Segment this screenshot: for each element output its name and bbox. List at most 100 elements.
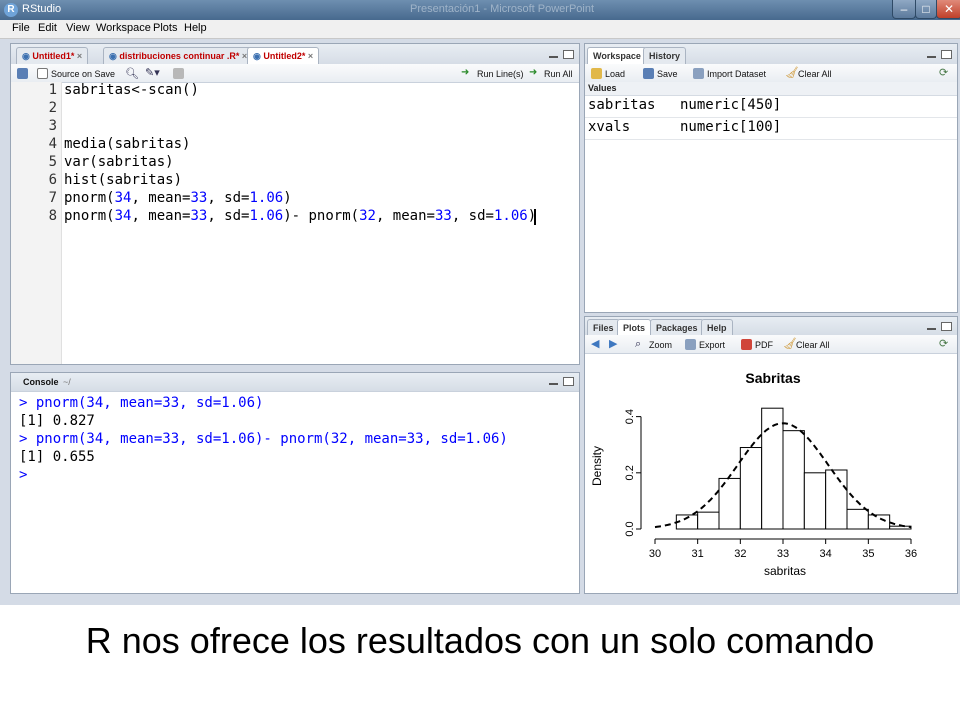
close-icon[interactable]: × bbox=[77, 51, 82, 61]
window-title: RStudio bbox=[22, 3, 62, 15]
line-number: 7 bbox=[48, 190, 57, 206]
menu-file[interactable]: File bbox=[12, 22, 30, 34]
code-line[interactable]: pnorm(34, mean=33, sd=1.06) bbox=[64, 190, 292, 206]
refresh-icon[interactable]: ⟳ bbox=[939, 66, 948, 79]
console-output[interactable]: > pnorm(34, mean=33, sd=1.06) [1] 0.827 > … bbox=[19, 391, 575, 591]
tab-help[interactable]: Help bbox=[701, 319, 733, 336]
maximize-pane-icon[interactable] bbox=[563, 377, 574, 386]
x-tick-label: 34 bbox=[820, 548, 832, 560]
code-line[interactable]: sabritas<-scan() bbox=[64, 82, 199, 98]
values-section-label: Values bbox=[588, 83, 617, 93]
maximize-pane-icon[interactable] bbox=[941, 322, 952, 331]
tab-plots[interactable]: Plots bbox=[617, 319, 652, 336]
histogram-bar bbox=[782, 430, 805, 530]
rstudio-window: R RStudio Presentación1 - Microsoft Powe… bbox=[0, 0, 960, 605]
code-line[interactable]: media(sabritas) bbox=[64, 136, 190, 152]
zoom-icon[interactable]: ⌕ bbox=[635, 337, 641, 351]
save-button[interactable]: Save bbox=[657, 69, 678, 79]
load-button[interactable]: Load bbox=[605, 69, 625, 79]
x-tick-label: 33 bbox=[777, 548, 789, 560]
variable-name: sabritas bbox=[588, 97, 656, 113]
menu-view[interactable]: View bbox=[66, 22, 90, 34]
r-file-icon: ◉ bbox=[109, 51, 117, 61]
maximize-pane-icon[interactable] bbox=[563, 50, 574, 59]
import-dataset-button[interactable]: Import Dataset bbox=[707, 69, 766, 79]
save-icon[interactable] bbox=[643, 68, 654, 79]
run-lines-button[interactable]: Run Line(s) bbox=[477, 69, 524, 79]
zoom-button[interactable]: Zoom bbox=[649, 340, 672, 350]
run-all-icon[interactable]: ➜ bbox=[529, 67, 537, 78]
source-on-save-checkbox[interactable] bbox=[37, 68, 48, 79]
line-number: 4 bbox=[48, 136, 57, 152]
clear-all-plots-button[interactable]: Clear All bbox=[796, 340, 830, 350]
workspace-tabbar: Workspace History bbox=[585, 44, 957, 64]
menu-help[interactable]: Help bbox=[184, 22, 207, 34]
run-all-button[interactable]: Run All bbox=[544, 69, 573, 79]
background-window-title: Presentación1 - Microsoft PowerPoint bbox=[410, 3, 595, 15]
pdf-icon[interactable] bbox=[741, 339, 752, 350]
minimize-pane-icon[interactable] bbox=[927, 328, 936, 330]
maximize-pane-icon[interactable] bbox=[941, 50, 952, 59]
histogram-bar bbox=[846, 508, 869, 530]
source-pane: ◉ Untitled1* × ◉ distribuciones continua… bbox=[10, 43, 580, 365]
tab-untitled1[interactable]: ◉ Untitled1* × bbox=[16, 47, 89, 64]
tab-packages[interactable]: Packages bbox=[650, 319, 704, 336]
clear-all-button[interactable]: Clear All bbox=[798, 69, 832, 79]
minimize-pane-icon[interactable] bbox=[549, 383, 558, 385]
minimize-pane-icon[interactable] bbox=[549, 56, 558, 58]
y-tick-label: 0.4 bbox=[624, 409, 636, 424]
code-editor[interactable]: sabritas<-scan() media(sabritas) var(sabri… bbox=[64, 82, 576, 364]
folder-open-icon[interactable] bbox=[591, 68, 602, 79]
menu-workspace[interactable]: Workspace bbox=[96, 22, 151, 34]
tab-workspace[interactable]: Workspace bbox=[587, 47, 647, 64]
line-number: 8 bbox=[48, 208, 57, 224]
line-number: 3 bbox=[48, 118, 57, 134]
code-line[interactable]: hist(sabritas) bbox=[64, 172, 182, 188]
r-file-icon: ◉ bbox=[253, 51, 261, 61]
histogram-bar bbox=[697, 511, 720, 530]
forward-arrow-icon[interactable]: ▶ bbox=[609, 337, 617, 350]
x-tick-label: 35 bbox=[862, 548, 874, 560]
line-number: 2 bbox=[48, 100, 57, 116]
x-tick-label: 30 bbox=[649, 548, 661, 560]
close-icon[interactable]: × bbox=[308, 51, 313, 61]
variable-name: xvals bbox=[588, 119, 631, 135]
menu-plots[interactable]: Plots bbox=[153, 22, 177, 34]
broom-icon[interactable]: 🧹︎ bbox=[785, 66, 799, 79]
tab-label: Untitled1* bbox=[32, 51, 75, 61]
console-pane: Console ~/ > pnorm(34, mean=33, sd=1.06)… bbox=[10, 372, 580, 594]
broom-icon[interactable]: 🧹︎ bbox=[783, 337, 797, 350]
workspace-row[interactable]: sabritas numeric[450] bbox=[585, 96, 957, 118]
magic-wand-icon[interactable]: ✎▾ bbox=[145, 66, 160, 79]
tab-history[interactable]: History bbox=[643, 47, 687, 64]
code-line[interactable]: var(sabritas) bbox=[64, 154, 174, 170]
search-icon[interactable]: 🔍︎ bbox=[125, 67, 139, 80]
export-icon[interactable] bbox=[685, 339, 696, 350]
export-button[interactable]: Export bbox=[699, 340, 725, 350]
pdf-button[interactable]: PDF bbox=[755, 340, 773, 350]
menu-edit[interactable]: Edit bbox=[38, 22, 57, 34]
tab-untitled2[interactable]: ◉ Untitled2* × bbox=[247, 47, 320, 64]
maximize-button[interactable]: □ bbox=[915, 0, 937, 19]
back-arrow-icon[interactable]: ◀ bbox=[591, 337, 599, 350]
minimize-button[interactable]: – bbox=[892, 0, 916, 19]
histogram-bar bbox=[761, 407, 784, 530]
line-number-gutter: 1 2 3 4 5 6 7 8 bbox=[11, 82, 62, 364]
import-dataset-icon[interactable] bbox=[693, 68, 704, 79]
rstudio-logo-icon: R bbox=[4, 3, 18, 17]
y-tick-label: 0.0 bbox=[624, 521, 636, 536]
minimize-pane-icon[interactable] bbox=[927, 56, 936, 58]
tab-label: Untitled2* bbox=[263, 51, 306, 61]
code-line[interactable]: pnorm(34, mean=33, sd=1.06)- pnorm(32, m… bbox=[64, 208, 536, 224]
refresh-icon[interactable]: ⟳ bbox=[939, 337, 948, 350]
tab-files[interactable]: Files bbox=[587, 319, 620, 336]
workspace-row[interactable]: xvals numeric[100] bbox=[585, 118, 957, 140]
title-bar: R RStudio Presentación1 - Microsoft Powe… bbox=[0, 0, 960, 20]
tab-distribuciones[interactable]: ◉ distribuciones continuar .R* × bbox=[103, 47, 254, 64]
histogram-bar bbox=[825, 469, 848, 530]
source-on-save-label: Source on Save bbox=[51, 69, 116, 79]
print-icon[interactable] bbox=[173, 68, 184, 79]
close-button[interactable]: ✕ bbox=[936, 0, 960, 19]
save-icon[interactable] bbox=[17, 68, 28, 79]
run-line-icon[interactable]: ➜ bbox=[461, 67, 469, 78]
